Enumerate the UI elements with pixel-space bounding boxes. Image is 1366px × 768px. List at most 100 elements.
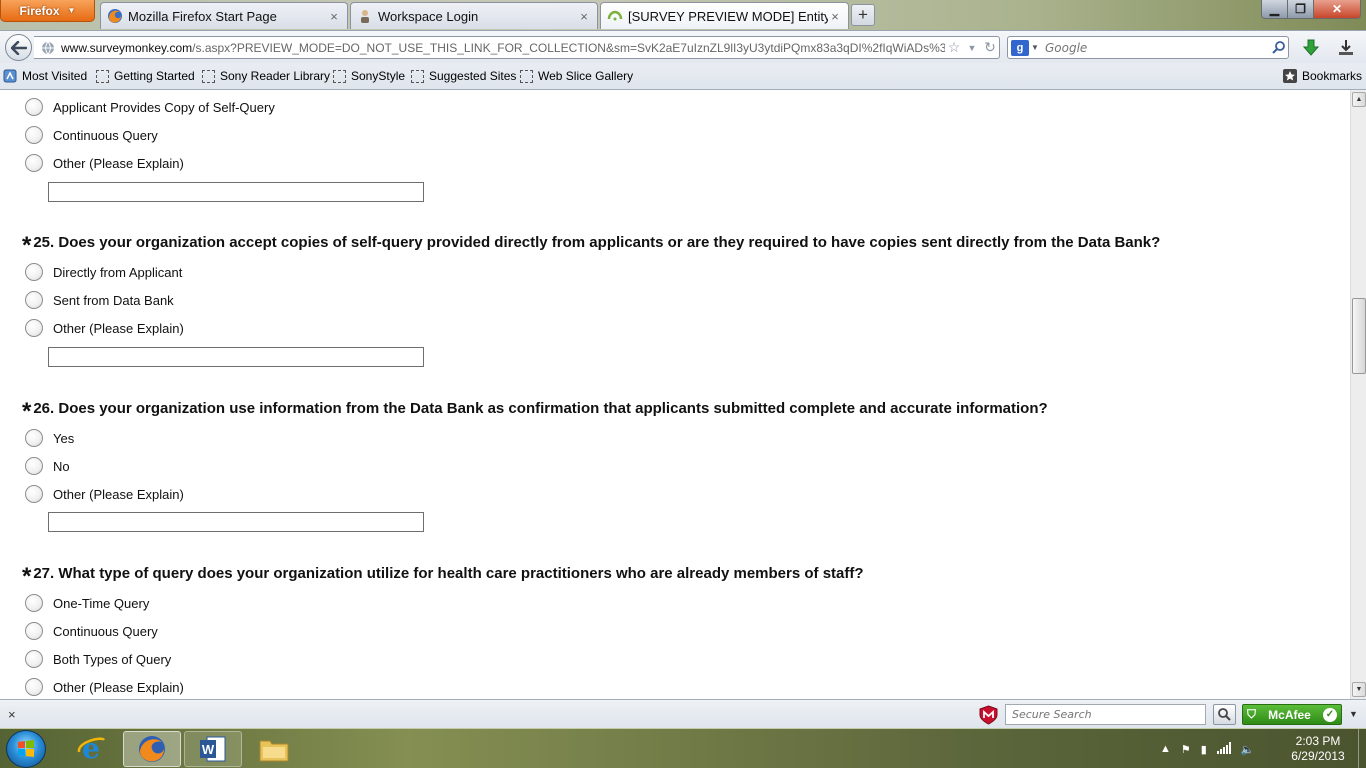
bookmark-label: SonyStyle (351, 69, 406, 83)
vertical-scrollbar[interactable]: ▲ ▼ (1350, 90, 1366, 699)
option-label: Directly from Applicant (53, 264, 183, 280)
q26-other-explain-input[interactable] (48, 512, 424, 532)
volume-icon[interactable]: 🔈 (1241, 743, 1255, 756)
bookmark-star-icon (1283, 69, 1297, 83)
option-label: No (53, 458, 70, 474)
q24-option-self-query-copy[interactable]: Applicant Provides Copy of Self-Query (25, 97, 275, 117)
option-label: Other (Please Explain) (53, 155, 184, 171)
reload-icon[interactable]: ↻ (981, 39, 999, 56)
network-signal-icon[interactable] (1216, 741, 1231, 757)
back-arrow-icon (10, 40, 27, 55)
bookmark-sony-reader-library[interactable]: Sony Reader Library (202, 69, 330, 83)
radio-button[interactable] (25, 485, 43, 503)
q27-option-both-types[interactable]: Both Types of Query (25, 649, 171, 669)
url-host: www.surveymonkey.com (61, 40, 193, 55)
secure-search-input[interactable] (1005, 704, 1206, 725)
url-text[interactable]: www.surveymonkey.com/s.aspx?PREVIEW_MODE… (58, 41, 945, 55)
tab-survey-preview[interactable]: [SURVEY PREVIEW MODE] Entity Surv... × (600, 2, 849, 29)
firefox-menu-button[interactable]: Firefox ▼ (0, 0, 95, 22)
star-icon[interactable]: ☆ (945, 39, 963, 56)
workspace-icon (357, 8, 373, 24)
bookmark-most-visited[interactable]: Most Visited (3, 69, 87, 83)
taskbar-firefox[interactable] (123, 731, 181, 767)
clock-date: 6/29/2013 (1291, 749, 1345, 763)
taskbar-internet-explorer[interactable]: e (62, 731, 120, 767)
scroll-up-arrow-icon[interactable]: ▲ (1352, 92, 1366, 107)
q25-other-explain-input[interactable] (48, 347, 424, 367)
show-hidden-icons-icon[interactable]: ▲ (1160, 743, 1171, 755)
restore-button[interactable]: ❐ (1287, 0, 1314, 19)
radio-button[interactable] (25, 457, 43, 475)
bookmark-suggested-sites[interactable]: Suggested Sites (411, 69, 516, 83)
tab-workspace-login[interactable]: Workspace Login × (350, 2, 598, 29)
new-tab-button[interactable]: + (851, 4, 875, 26)
required-asterisk: * (22, 563, 32, 590)
bookmark-getting-started[interactable]: Getting Started (96, 69, 195, 83)
minimize-button[interactable]: ▁ (1261, 0, 1288, 19)
secure-search-button[interactable] (1213, 704, 1236, 725)
q27-option-other[interactable]: Other (Please Explain) (25, 677, 184, 697)
url-bar[interactable]: www.surveymonkey.com/s.aspx?PREVIEW_MODE… (34, 36, 1000, 59)
back-button[interactable] (5, 34, 32, 61)
taskbar-windows-explorer[interactable] (245, 731, 303, 767)
bookmark-page-icon (411, 69, 424, 83)
taskbar-microsoft-word[interactable]: W (184, 731, 242, 767)
q25-option-sent-from-data-bank[interactable]: Sent from Data Bank (25, 290, 174, 310)
q27-option-continuous-query[interactable]: Continuous Query (25, 621, 158, 641)
radio-button[interactable] (25, 98, 43, 116)
scrollbar-thumb[interactable] (1352, 298, 1366, 374)
bookmark-page-icon (520, 69, 533, 83)
minimize-icon: ▁ (1269, 2, 1280, 16)
search-icon[interactable] (1268, 41, 1288, 54)
radio-button[interactable] (25, 678, 43, 696)
close-tab-icon[interactable]: × (828, 9, 842, 24)
start-button[interactable] (6, 730, 46, 768)
q26-option-no[interactable]: No (25, 456, 70, 476)
scroll-down-arrow-icon[interactable]: ▼ (1352, 682, 1366, 697)
q25-option-directly-from-applicant[interactable]: Directly from Applicant (25, 262, 182, 282)
radio-button[interactable] (25, 429, 43, 447)
power-icon[interactable]: ▮ (1201, 743, 1207, 756)
restore-icon: ❐ (1295, 2, 1306, 16)
q24-option-other[interactable]: Other (Please Explain) (25, 153, 184, 173)
option-label: Yes (53, 430, 75, 446)
show-desktop-button[interactable] (1358, 729, 1366, 768)
bookmarks-menu-button[interactable]: Bookmarks (1283, 69, 1362, 83)
close-tab-icon[interactable]: × (577, 9, 591, 24)
search-input[interactable] (1041, 40, 1268, 55)
q26-option-yes[interactable]: Yes (25, 428, 74, 448)
close-window-button[interactable]: ✕ (1313, 0, 1361, 19)
chevron-down-icon: ▼ (67, 6, 76, 15)
chevron-down-icon[interactable]: ▼ (1349, 709, 1358, 719)
bookmark-web-slice-gallery[interactable]: Web Slice Gallery (520, 69, 633, 83)
radio-button[interactable] (25, 263, 43, 281)
close-tab-icon[interactable]: × (327, 9, 341, 24)
radio-button[interactable] (25, 650, 43, 668)
radio-button[interactable] (25, 594, 43, 612)
search-engine-dropdown-icon[interactable]: ▼ (1029, 43, 1041, 52)
action-center-flag-icon[interactable]: ⚑ (1181, 743, 1191, 756)
google-icon[interactable]: g (1011, 39, 1029, 56)
history-dropdown-icon[interactable]: ▼ (963, 43, 981, 53)
q25-option-other[interactable]: Other (Please Explain) (25, 318, 184, 338)
bookmarks-menu-icon[interactable] (1336, 38, 1356, 58)
q24-option-continuous-query[interactable]: Continuous Query (25, 125, 158, 145)
tab-firefox-start[interactable]: Mozilla Firefox Start Page × (100, 2, 348, 29)
radio-button[interactable] (25, 154, 43, 172)
bookmark-sonystyle[interactable]: SonyStyle (333, 69, 405, 83)
clock[interactable]: 2:03 PM 6/29/2013 (1278, 734, 1358, 764)
radio-button[interactable] (25, 319, 43, 337)
globe-icon[interactable] (38, 41, 58, 55)
radio-button[interactable] (25, 126, 43, 144)
q24-other-explain-input[interactable] (48, 182, 424, 202)
close-addon-bar-icon[interactable]: × (8, 707, 16, 722)
download-icon[interactable] (1302, 39, 1320, 57)
q26-option-other[interactable]: Other (Please Explain) (25, 484, 184, 504)
bookmark-page-icon (333, 69, 346, 83)
radio-button[interactable] (25, 622, 43, 640)
mcafee-shield-icon[interactable] (978, 705, 999, 725)
search-bar[interactable]: g ▼ (1007, 36, 1289, 59)
q27-option-one-time-query[interactable]: One-Time Query (25, 593, 149, 613)
mcafee-siteadvisor-badge[interactable]: ⛉ McAfee ✓ (1242, 704, 1342, 725)
radio-button[interactable] (25, 291, 43, 309)
